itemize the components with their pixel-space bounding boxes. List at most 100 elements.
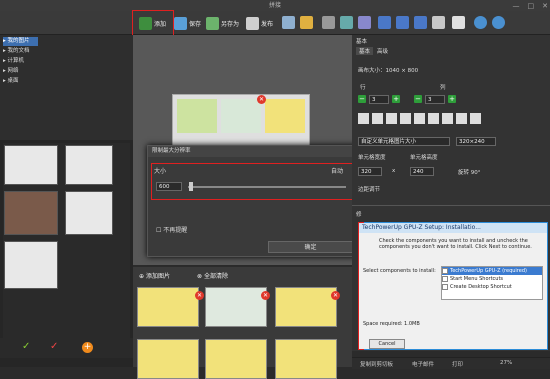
highlight-add-button [132,10,174,38]
print-button[interactable]: 打印 [452,360,463,368]
strip-thumbnail[interactable] [137,339,199,379]
thumbnail[interactable] [65,145,113,185]
tree-item-label: 桌面 [7,78,19,84]
basic-header: 基本 [356,39,368,45]
tab-basic[interactable]: 基本 [356,47,374,55]
email-button[interactable]: 电子邮件 [412,360,434,368]
save-as-label: 另存为 [221,20,240,28]
add-circle-icon[interactable]: + [82,342,93,353]
email-icon[interactable] [300,16,313,29]
strip-thumbnail[interactable] [275,339,337,379]
cell-size-select[interactable]: 320×240 [456,137,496,146]
clear-all-label: 全部清除 [203,273,228,280]
layout-icon[interactable] [386,113,397,124]
layout-icon[interactable] [442,113,453,124]
layout-icon[interactable] [358,113,369,124]
copy-to-clipboard-button[interactable]: 复制到剪切板 [360,360,393,368]
rotate-label[interactable]: 旋转 90° [458,168,481,176]
confirm-button[interactable]: 确定 [268,241,353,253]
tree-item-network[interactable]: ▸ 网络 [3,67,19,76]
canvas-size-label: 画布大小：1040 × 800 [358,68,419,74]
strip-thumbnail[interactable] [205,287,267,327]
zoom-level: 27% [500,360,513,366]
component-label: Start Menu Shortcuts [450,276,504,282]
cancel-button[interactable]: Cancel [369,339,405,349]
rows-decrease-button[interactable]: − [358,95,366,103]
cell-height-input[interactable]: 240 [410,167,434,176]
add-image-label: 添加图片 [145,273,170,280]
remove-icon[interactable]: ✕ [331,291,340,300]
thumbnail[interactable] [65,191,113,235]
cell-preset-select[interactable]: 自定义单元格图片大小 [358,137,450,146]
thumbnail[interactable] [4,145,58,185]
rows-input[interactable]: 3 [369,95,389,104]
highlight-installer [358,222,364,350]
collage-cell[interactable] [221,99,261,133]
no-remind-checkbox[interactable]: ☐ 不再提醒 [156,225,187,234]
component-item[interactable]: Start Menu Shortcuts [442,275,542,283]
cols-label: 列 [440,85,446,91]
publish-label: 发布 [261,20,274,28]
publish-button[interactable]: 发布 [246,13,273,33]
remove-icon[interactable]: ✕ [195,291,204,300]
cols-input[interactable]: 3 [425,95,445,104]
layout-icon[interactable] [400,113,411,124]
strip-thumbnail[interactable] [205,339,267,379]
selected-images-strip: ⊕ 添加图片 ⊗ 全部清除 ✕ ✕ ✕ [133,267,352,379]
tree-item-my-documents[interactable]: ▸ 我的文档 [3,47,30,56]
thumbnail[interactable] [4,241,58,289]
rows-label: 行 [360,85,366,91]
installer-title: TechPowerUp GPU-Z Setup: Installatio... [359,223,547,233]
tree-item-desktop[interactable]: ▸ 桌面 [3,77,19,86]
tree-item-label: 网络 [7,68,19,74]
installer-instructions: Check the components you want to install… [379,238,532,250]
save-icon [174,16,187,30]
save-button[interactable]: 保存 [174,13,201,33]
cut-icon[interactable] [322,16,335,29]
component-item[interactable]: Create Desktop Shortcut [442,283,542,291]
cell-width-label: 单元格宽度 [358,155,386,161]
cell-width-input[interactable]: 320 [358,167,382,176]
remove-icon[interactable]: ✕ [261,291,270,300]
strip-thumbnail[interactable] [275,287,337,327]
print-icon[interactable] [282,16,295,29]
cols-increase-button[interactable]: + [448,95,456,103]
layout-icon[interactable] [414,113,425,124]
components-list: TechPowerUp GPU-Z (required) Start Menu … [441,266,543,300]
rows-increase-button[interactable]: + [392,95,400,103]
thumbnail[interactable] [4,191,58,235]
resize-icon[interactable] [358,16,371,29]
zoom-out-icon[interactable] [492,16,505,29]
mirror-icon[interactable] [414,16,427,29]
tree-item-computer[interactable]: ▸ 计算机 [3,57,24,66]
check-all-icon[interactable]: ✓ [22,341,30,352]
remove-icon[interactable]: ✕ [257,95,266,104]
component-item[interactable]: TechPowerUp GPU-Z (required) [442,267,542,275]
layout-icon[interactable] [470,113,481,124]
tree-item-my-pictures[interactable]: ▸ 我的图片 [3,37,38,46]
rotate-icon[interactable] [396,16,409,29]
collage-cell[interactable] [265,99,305,133]
crop-icon[interactable] [340,16,353,29]
clear-all-button[interactable]: ⊗ 全部清除 [197,271,228,280]
edit-icon[interactable] [452,16,465,29]
cols-decrease-button[interactable]: − [414,95,422,103]
title-bar: 拼接 — □ ✕ [0,0,550,11]
layout-presets [358,113,481,124]
no-remind-label: 不再提醒 [163,227,188,234]
folder-tree: ▸ 我的图片 ▸ 我的文档 ▸ 计算机 ▸ 网络 ▸ 桌面 [0,35,133,140]
layout-icon[interactable] [372,113,383,124]
draw-icon[interactable] [432,16,445,29]
strip-thumbnail[interactable] [137,287,199,327]
layout-icon[interactable] [428,113,439,124]
select-components-label: Select components to install: [363,268,436,274]
uncheck-icon[interactable]: ✓ [50,341,58,352]
collage-cell[interactable] [177,99,217,133]
max-resolution-dialog: 限制最大分辨率 大小 自动 600 ☐ 不再提醒 确定 [147,145,357,257]
add-image-button[interactable]: ⊕ 添加图片 [139,271,170,280]
save-as-button[interactable]: 另存为 [206,13,239,33]
tab-advanced[interactable]: 高级 [374,47,391,55]
zoom-in-icon[interactable] [474,16,487,29]
layout-icon[interactable] [456,113,467,124]
flip-icon[interactable] [378,16,391,29]
